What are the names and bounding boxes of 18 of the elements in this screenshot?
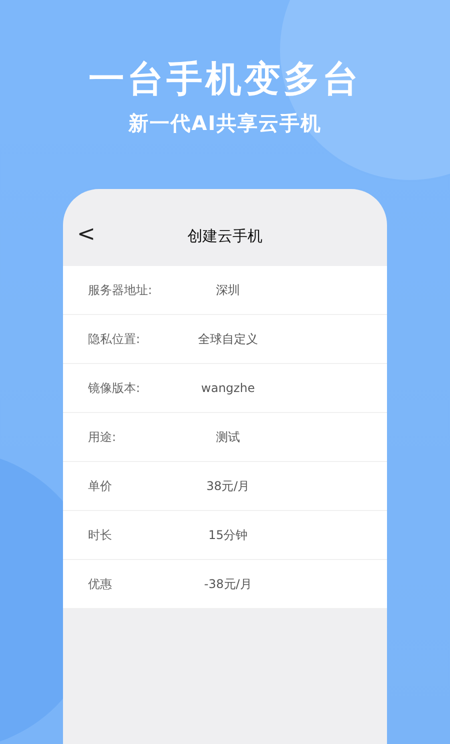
field-label: 时长 [88, 526, 113, 544]
field-value: 15分钟 [207, 526, 249, 544]
field-label: 优惠 [88, 576, 113, 592]
field-value: 全球自定义 [197, 330, 259, 348]
field-label: 服务器地址: [88, 282, 154, 298]
screen-title: 创建云手机 [188, 227, 262, 246]
field-label: 隐私位置: [88, 330, 142, 348]
field-value: 深圳 [215, 282, 241, 298]
field-label: 镜像版本: [88, 380, 142, 396]
field-value: 38元/月 [205, 478, 251, 494]
headline: 一台手机变多台 [88, 58, 362, 102]
field-value: -38元/月 [203, 576, 253, 592]
field-label: 单价 [88, 478, 113, 494]
field-value: 测试 [215, 428, 241, 446]
field-label: 用途: [88, 428, 118, 446]
field-value: wangzhe [200, 381, 256, 395]
subheadline: 新一代AI共享云手机 [128, 110, 322, 136]
back-button[interactable]: < [71, 223, 102, 247]
